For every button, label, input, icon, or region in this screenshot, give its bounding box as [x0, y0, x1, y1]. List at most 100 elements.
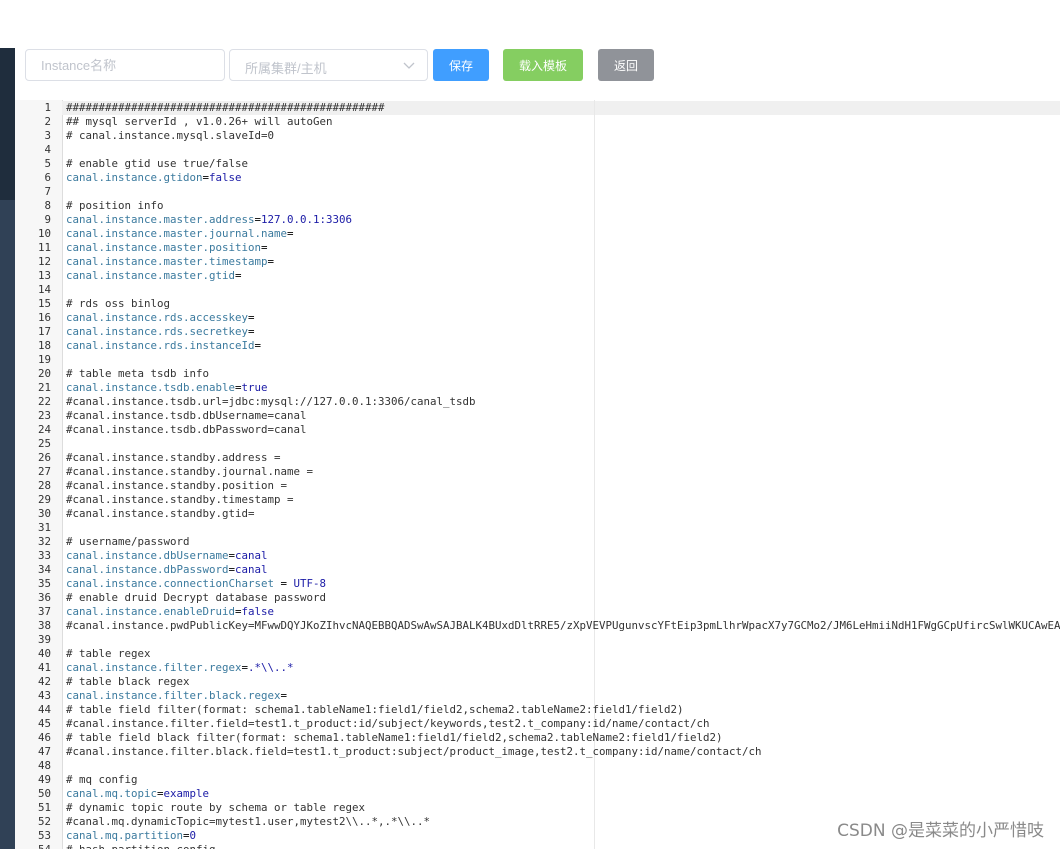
- code-line[interactable]: 17 canal.instance.rds.secretkey=: [15, 325, 1060, 339]
- code-line[interactable]: 22 #canal.instance.tsdb.url=jdbc:mysql://…: [15, 395, 1060, 409]
- code-line[interactable]: 15 # rds oss binlog: [15, 297, 1060, 311]
- load-template-button[interactable]: 载入模板: [503, 49, 583, 81]
- code-line[interactable]: 21 canal.instance.tsdb.enable=true: [15, 381, 1060, 395]
- code-line[interactable]: 40 # table regex: [15, 647, 1060, 661]
- code-line[interactable]: 20 # table meta tsdb info: [15, 367, 1060, 381]
- code-line[interactable]: 2 ## mysql serverId , v1.0.26+ will autoG…: [15, 115, 1060, 129]
- code-line[interactable]: 49 # mq config: [15, 773, 1060, 787]
- toolbar: 所属集群/主机 保存 载入模板 返回: [15, 0, 1060, 100]
- line-number: 52: [37, 815, 51, 828]
- code-line[interactable]: 6 canal.instance.gtidon=false: [15, 171, 1060, 185]
- code-text: canal.instance.connectionCharset = UTF-8: [66, 577, 326, 591]
- code-line[interactable]: 42 # table black regex: [15, 675, 1060, 689]
- cluster-select[interactable]: 所属集群/主机: [229, 49, 428, 81]
- code-line[interactable]: 44 # table field filter(format: schema1.t…: [15, 703, 1060, 717]
- instance-name-input[interactable]: [25, 49, 225, 81]
- code-line[interactable]: 26 #canal.instance.standby.address =: [15, 451, 1060, 465]
- line-number: 34: [37, 563, 51, 576]
- config-key: canal.instance.master.gtid: [66, 269, 236, 282]
- code-text: ## mysql serverId , v1.0.26+ will autoGe…: [66, 115, 333, 129]
- back-button[interactable]: 返回: [598, 49, 654, 81]
- config-key: canal.instance.enableDruid: [66, 605, 236, 618]
- line-number: 11: [37, 241, 51, 254]
- code-line[interactable]: 37 canal.instance.enableDruid=false: [15, 605, 1060, 619]
- config-operator: =: [261, 241, 268, 254]
- comment-text: #canal.instance.standby.gtid=: [66, 507, 255, 520]
- code-line[interactable]: 5 # enable gtid use true/false: [15, 157, 1060, 171]
- code-line[interactable]: 29 #canal.instance.standby.timestamp =: [15, 493, 1060, 507]
- code-line[interactable]: 4: [15, 143, 1060, 157]
- code-line[interactable]: 50 canal.mq.topic=example: [15, 787, 1060, 801]
- code-line[interactable]: 27 #canal.instance.standby.journal.name =: [15, 465, 1060, 479]
- code-line[interactable]: 34 canal.instance.dbPassword=canal: [15, 563, 1060, 577]
- line-number: 14: [37, 283, 51, 296]
- code-line[interactable]: 39: [15, 633, 1060, 647]
- line-number: 49: [37, 773, 51, 786]
- line-number: 46: [37, 731, 51, 744]
- code-line[interactable]: 47 #canal.instance.filter.black.field=tes…: [15, 745, 1060, 759]
- code-line[interactable]: 31: [15, 521, 1060, 535]
- code-line[interactable]: 46 # table field black filter(format: sch…: [15, 731, 1060, 745]
- code-line[interactable]: 1 #######################################…: [15, 101, 1060, 115]
- code-text: canal.instance.master.journal.name=: [66, 227, 294, 241]
- code-text: # canal.instance.mysql.slaveId=0: [66, 129, 274, 143]
- code-line[interactable]: 38 #canal.instance.pwdPublicKey=MFwwDQYJK…: [15, 619, 1060, 633]
- code-line[interactable]: 9 canal.instance.master.address=127.0.0.1…: [15, 213, 1060, 227]
- code-line[interactable]: 14: [15, 283, 1060, 297]
- comment-text: ## mysql serverId , v1.0.26+ will autoGe…: [66, 115, 333, 128]
- code-text: canal.mq.partition=0: [66, 829, 196, 843]
- code-line[interactable]: 16 canal.instance.rds.accesskey=: [15, 311, 1060, 325]
- config-key: canal.instance.rds.instanceId: [66, 339, 255, 352]
- code-text: canal.instance.filter.regex=.*\\..*: [66, 661, 294, 675]
- line-number: 35: [37, 577, 51, 590]
- code-text: # table black regex: [66, 675, 190, 689]
- code-lines[interactable]: 1 #######################################…: [15, 101, 1060, 849]
- config-operator: =: [267, 255, 275, 268]
- config-value: example: [163, 787, 210, 800]
- code-line[interactable]: 19: [15, 353, 1060, 367]
- code-line[interactable]: 25: [15, 437, 1060, 451]
- code-line[interactable]: 54 # hash partition config: [15, 843, 1060, 849]
- comment-text: #canal.instance.standby.position =: [66, 479, 288, 492]
- line-number: 31: [37, 521, 51, 534]
- code-line[interactable]: 51 # dynamic topic route by schema or tab…: [15, 801, 1060, 815]
- code-line[interactable]: 18 canal.instance.rds.instanceId=: [15, 339, 1060, 353]
- line-number: 48: [37, 759, 51, 772]
- code-line[interactable]: 35 canal.instance.connectionCharset = UTF…: [15, 577, 1060, 591]
- code-line[interactable]: 41 canal.instance.filter.regex=.*\\..*: [15, 661, 1060, 675]
- line-number: 23: [37, 409, 51, 422]
- code-line[interactable]: 32 # username/password: [15, 535, 1060, 549]
- code-line[interactable]: 43 canal.instance.filter.black.regex=: [15, 689, 1060, 703]
- save-button[interactable]: 保存: [433, 49, 489, 81]
- comment-text: # mq config: [66, 773, 138, 786]
- comment-text: #canal.instance.standby.timestamp =: [66, 493, 294, 506]
- code-line[interactable]: 12 canal.instance.master.timestamp=: [15, 255, 1060, 269]
- line-number: 32: [37, 535, 51, 548]
- code-text: canal.mq.topic=example: [66, 787, 209, 801]
- code-line[interactable]: 11 canal.instance.master.position=: [15, 241, 1060, 255]
- code-line[interactable]: 36 # enable druid Decrypt database passwo…: [15, 591, 1060, 605]
- code-line[interactable]: 7: [15, 185, 1060, 199]
- code-line[interactable]: 3 # canal.instance.mysql.slaveId=0: [15, 129, 1060, 143]
- comment-text: # table regex: [66, 647, 151, 660]
- code-editor[interactable]: 1 #######################################…: [15, 100, 1060, 849]
- code-text: #canal.instance.standby.journal.name =: [66, 465, 313, 479]
- code-line[interactable]: 33 canal.instance.dbUsername=canal: [15, 549, 1060, 563]
- code-line[interactable]: 28 #canal.instance.standby.position =: [15, 479, 1060, 493]
- code-line[interactable]: 10 canal.instance.master.journal.name=: [15, 227, 1060, 241]
- code-line[interactable]: 45 #canal.instance.filter.field=test1.t_p…: [15, 717, 1060, 731]
- code-line[interactable]: 23 #canal.instance.tsdb.dbUsername=canal: [15, 409, 1060, 423]
- line-number: 51: [37, 801, 51, 814]
- code-text: # table field black filter(format: schem…: [66, 731, 723, 745]
- comment-text: # rds oss binlog: [66, 297, 171, 310]
- code-line[interactable]: 8 # position info: [15, 199, 1060, 213]
- code-line[interactable]: 24 #canal.instance.tsdb.dbPassword=canal: [15, 423, 1060, 437]
- code-line[interactable]: 30 #canal.instance.standby.gtid=: [15, 507, 1060, 521]
- config-key: canal.instance.master.position: [66, 241, 262, 254]
- code-line[interactable]: 13 canal.instance.master.gtid=: [15, 269, 1060, 283]
- line-number: 29: [37, 493, 51, 506]
- code-line[interactable]: 48: [15, 759, 1060, 773]
- line-number: 44: [37, 703, 51, 716]
- comment-text: #canal.instance.tsdb.dbPassword=canal: [66, 423, 307, 436]
- line-number: 8: [44, 199, 51, 212]
